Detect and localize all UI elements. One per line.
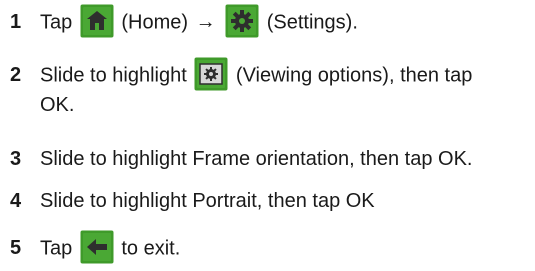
step-text-part: to exit.	[121, 237, 181, 260]
step-number: 3	[10, 148, 22, 170]
step-text-part: Tap	[40, 11, 73, 34]
arrow-icon: →	[195, 11, 216, 34]
step-1: 1 Tap (Home) → (Settings).	[10, 4, 530, 38]
back-arrow-icon	[80, 230, 114, 264]
viewing-options-icon	[194, 57, 228, 91]
step-text: Slide to highlight Frame orientation, th…	[40, 148, 473, 170]
step-text-part: OK.	[40, 94, 75, 116]
step-text-part: (Settings).	[266, 11, 358, 34]
step-text-part: Slide to highlight	[40, 64, 187, 87]
step-text-part: (Viewing options), then tap	[235, 64, 473, 87]
step-number: 5	[10, 237, 22, 259]
step-4: 4 Slide to highlight Portrait, then tap …	[10, 187, 530, 215]
step-number: 1	[10, 11, 22, 33]
step-text-part: (Home)	[121, 11, 189, 34]
settings-icon	[225, 4, 259, 38]
step-text: Slide to highlight (Viewing options), th…	[40, 57, 530, 119]
step-number: 2	[10, 64, 22, 86]
step-3: 3 Slide to highlight Frame orientation, …	[10, 145, 530, 173]
step-text: Slide to highlight Portrait, then tap OK	[40, 190, 375, 212]
step-5: 5 Tap to exit.	[10, 230, 530, 264]
step-text: Tap (Home) → (Settings).	[40, 4, 530, 38]
home-icon	[80, 4, 114, 38]
step-2: 2 Slide to highlight (Viewing options), …	[10, 57, 530, 119]
step-text-part: Tap	[40, 237, 73, 260]
step-text: Tap to exit.	[40, 230, 530, 264]
step-number: 4	[10, 190, 22, 212]
